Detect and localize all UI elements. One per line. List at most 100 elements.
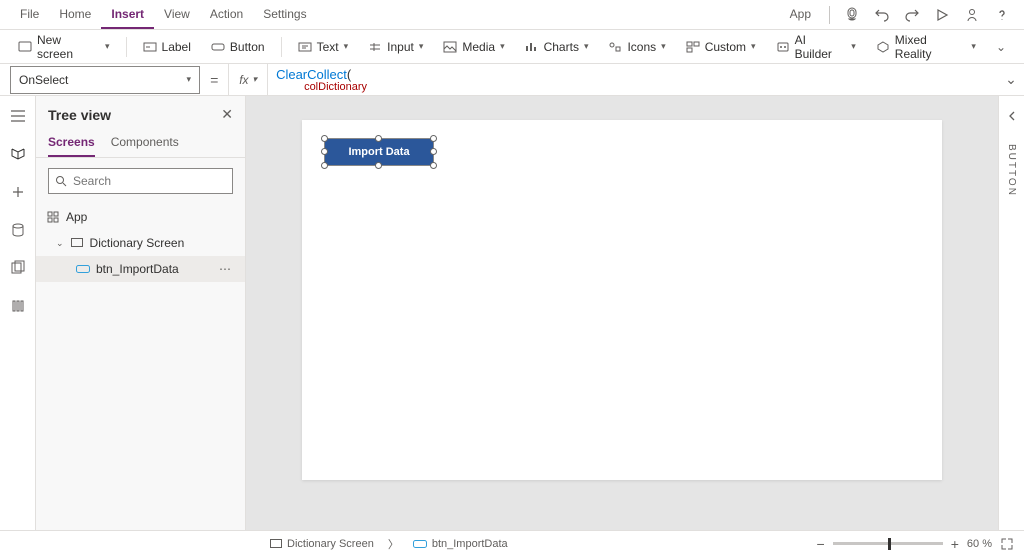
separator bbox=[126, 37, 127, 57]
charts-icon bbox=[525, 41, 539, 53]
equals-sign: = bbox=[210, 72, 218, 88]
input-label: Input bbox=[387, 40, 414, 54]
tree-screen-row[interactable]: ⌄ Dictionary Screen bbox=[36, 230, 245, 256]
icons-icon bbox=[608, 41, 622, 53]
resize-handle[interactable] bbox=[321, 162, 328, 169]
left-rail bbox=[0, 96, 36, 530]
tab-screens[interactable]: Screens bbox=[48, 129, 95, 157]
zoom-value: 60 % bbox=[967, 538, 992, 550]
tree-app-row[interactable]: App bbox=[36, 204, 245, 230]
text-button[interactable]: Text▾ bbox=[290, 36, 357, 58]
media-rail-icon[interactable] bbox=[6, 256, 30, 280]
mixedreality-button[interactable]: Mixed Reality▾ bbox=[868, 29, 984, 65]
label-text: Label bbox=[162, 40, 191, 54]
share-icon[interactable] bbox=[960, 3, 984, 27]
tree-screen-label: Dictionary Screen bbox=[90, 236, 185, 250]
tree-view-panel: Tree view ✕ Screens Components App ⌄ Dic… bbox=[36, 96, 246, 530]
ai-label: AI Builder bbox=[795, 33, 847, 61]
menu-insert[interactable]: Insert bbox=[101, 1, 154, 29]
properties-collapse-icon[interactable] bbox=[1000, 104, 1024, 128]
media-button[interactable]: Media▾ bbox=[435, 36, 512, 58]
screen-icon bbox=[18, 41, 32, 53]
selected-button-control[interactable]: Import Data bbox=[324, 138, 434, 166]
ribbon-collapse[interactable]: ⌄ bbox=[988, 36, 1014, 58]
search-box[interactable] bbox=[48, 168, 233, 194]
menu-action[interactable]: Action bbox=[200, 1, 253, 29]
hamburger-icon[interactable] bbox=[6, 104, 30, 128]
charts-button[interactable]: Charts▾ bbox=[517, 36, 597, 58]
right-rail: BUTTON bbox=[998, 96, 1024, 530]
more-icon[interactable]: ⋯ bbox=[215, 262, 235, 276]
zoom-slider[interactable] bbox=[833, 542, 943, 545]
menu-view[interactable]: View bbox=[154, 1, 200, 29]
resize-handle[interactable] bbox=[375, 162, 382, 169]
resize-handle[interactable] bbox=[321, 148, 328, 155]
tree-control-row[interactable]: btn_ImportData ⋯ bbox=[36, 256, 245, 282]
tab-components[interactable]: Components bbox=[111, 129, 179, 157]
resize-handle[interactable] bbox=[430, 135, 437, 142]
menu-home[interactable]: Home bbox=[49, 1, 101, 29]
text-icon bbox=[298, 41, 312, 53]
app-icon bbox=[46, 210, 60, 224]
breadcrumb-control[interactable]: btn_ImportData bbox=[413, 538, 508, 550]
mr-icon bbox=[876, 41, 890, 53]
button-button[interactable]: Button bbox=[203, 36, 273, 58]
formula-bar: OnSelect ▾ = fx▾ ClearCollect( colDictio… bbox=[0, 64, 1024, 96]
icons-button[interactable]: Icons▾ bbox=[600, 36, 673, 58]
resize-handle[interactable] bbox=[430, 162, 437, 169]
chevron-down-icon: ⌄ bbox=[56, 238, 64, 249]
resize-handle[interactable] bbox=[321, 135, 328, 142]
screen-icon bbox=[70, 236, 84, 250]
formula-expand[interactable]: ⌄ bbox=[998, 71, 1024, 88]
input-button[interactable]: Input▾ bbox=[360, 36, 431, 58]
breadcrumb-control-label: btn_ImportData bbox=[432, 538, 508, 550]
media-icon bbox=[443, 41, 457, 53]
redo-icon[interactable] bbox=[900, 3, 924, 27]
canvas-screen[interactable]: Import Data bbox=[302, 120, 942, 480]
new-screen-label: New screen bbox=[37, 33, 100, 61]
property-value: OnSelect bbox=[19, 73, 68, 87]
property-select[interactable]: OnSelect ▾ bbox=[10, 66, 200, 94]
menu-file[interactable]: File bbox=[10, 1, 49, 29]
aibuilder-button[interactable]: AI Builder▾ bbox=[768, 29, 864, 65]
new-screen-button[interactable]: New screen▾ bbox=[10, 29, 118, 65]
selection-type-label: BUTTON bbox=[1006, 144, 1017, 197]
menu-bar: File Home Insert View Action Settings Ap… bbox=[0, 0, 1024, 30]
custom-label: Custom bbox=[705, 40, 746, 54]
button-icon bbox=[413, 539, 427, 549]
separator bbox=[281, 37, 282, 57]
button-tree-icon bbox=[76, 262, 90, 276]
search-input[interactable] bbox=[73, 174, 228, 188]
charts-label: Charts bbox=[544, 40, 579, 54]
data-icon[interactable] bbox=[6, 218, 30, 242]
zoom-out-button[interactable]: − bbox=[817, 536, 825, 552]
breadcrumb-screen[interactable]: Dictionary Screen bbox=[270, 538, 374, 550]
zoom-in-button[interactable]: + bbox=[951, 536, 959, 552]
button-icon bbox=[211, 41, 225, 53]
play-icon[interactable] bbox=[930, 3, 954, 27]
resize-handle[interactable] bbox=[375, 135, 382, 142]
fx-button[interactable]: fx▾ bbox=[228, 64, 268, 96]
button-control-text: Import Data bbox=[348, 146, 409, 158]
help-icon[interactable] bbox=[990, 3, 1014, 27]
insert-icon[interactable] bbox=[6, 180, 30, 204]
ribbon: New screen▾ Label Button Text▾ Input▾ Me… bbox=[0, 30, 1024, 64]
canvas-area[interactable]: Import Data bbox=[246, 96, 998, 530]
tree-view-icon[interactable] bbox=[6, 142, 30, 166]
input-icon bbox=[368, 41, 382, 53]
formula-input[interactable]: ClearCollect( colDictionary bbox=[268, 64, 998, 96]
label-icon bbox=[143, 41, 157, 53]
custom-button[interactable]: Custom▾ bbox=[678, 36, 764, 58]
fit-screen-icon[interactable] bbox=[1000, 537, 1014, 551]
undo-icon[interactable] bbox=[870, 3, 894, 27]
screen-icon bbox=[270, 539, 282, 549]
checker-icon[interactable] bbox=[840, 3, 864, 27]
app-link[interactable]: App bbox=[782, 3, 819, 27]
media-label: Media bbox=[462, 40, 495, 54]
menu-settings[interactable]: Settings bbox=[253, 1, 316, 29]
resize-handle[interactable] bbox=[430, 148, 437, 155]
advanced-icon[interactable] bbox=[6, 294, 30, 318]
label-button[interactable]: Label bbox=[135, 36, 199, 58]
chevron-down-icon: ▾ bbox=[186, 74, 191, 85]
close-icon[interactable]: ✕ bbox=[221, 106, 233, 123]
